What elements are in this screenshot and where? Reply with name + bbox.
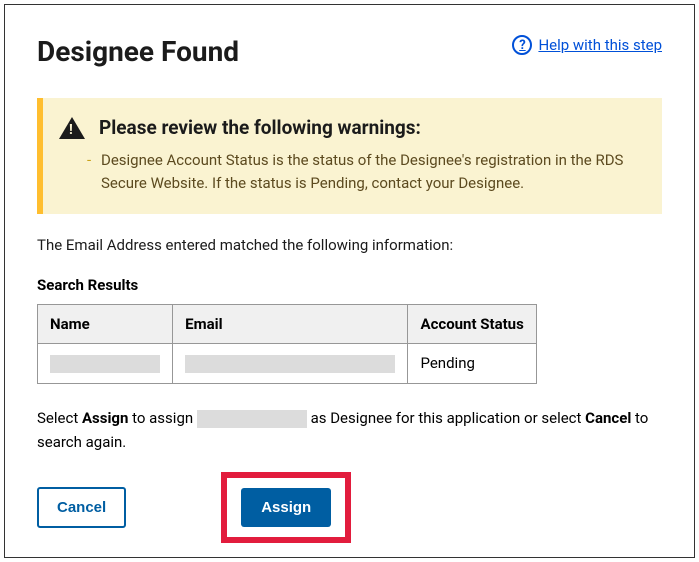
assign-button[interactable]: Assign	[241, 488, 331, 527]
results-label: Search Results	[37, 276, 662, 294]
cancel-button[interactable]: Cancel	[37, 487, 126, 528]
results-table: Name Email Account Status Pending	[37, 304, 537, 384]
warning-alert: Please review the following warnings: De…	[37, 98, 662, 214]
warning-title: Please review the following warnings:	[99, 116, 421, 139]
redacted-designee	[197, 410, 307, 428]
help-link[interactable]: ? Help with this step	[512, 35, 662, 55]
col-status: Account Status	[408, 304, 537, 343]
instruction-text: Select Assign to assign as Designee for …	[37, 406, 662, 454]
col-name: Name	[38, 304, 173, 343]
page-title: Designee Found	[37, 35, 239, 68]
redacted-name	[50, 355, 160, 373]
assign-highlight: Assign	[221, 472, 351, 543]
intro-text: The Email Address entered matched the fo…	[37, 236, 662, 254]
help-icon: ?	[512, 35, 532, 55]
cell-status: Pending	[408, 343, 537, 383]
warning-item: Designee Account Status is the status of…	[101, 149, 642, 196]
col-email: Email	[173, 304, 408, 343]
help-link-label: Help with this step	[538, 36, 662, 54]
warning-icon	[59, 117, 85, 139]
table-row: Pending	[38, 343, 537, 383]
redacted-email	[185, 355, 395, 373]
